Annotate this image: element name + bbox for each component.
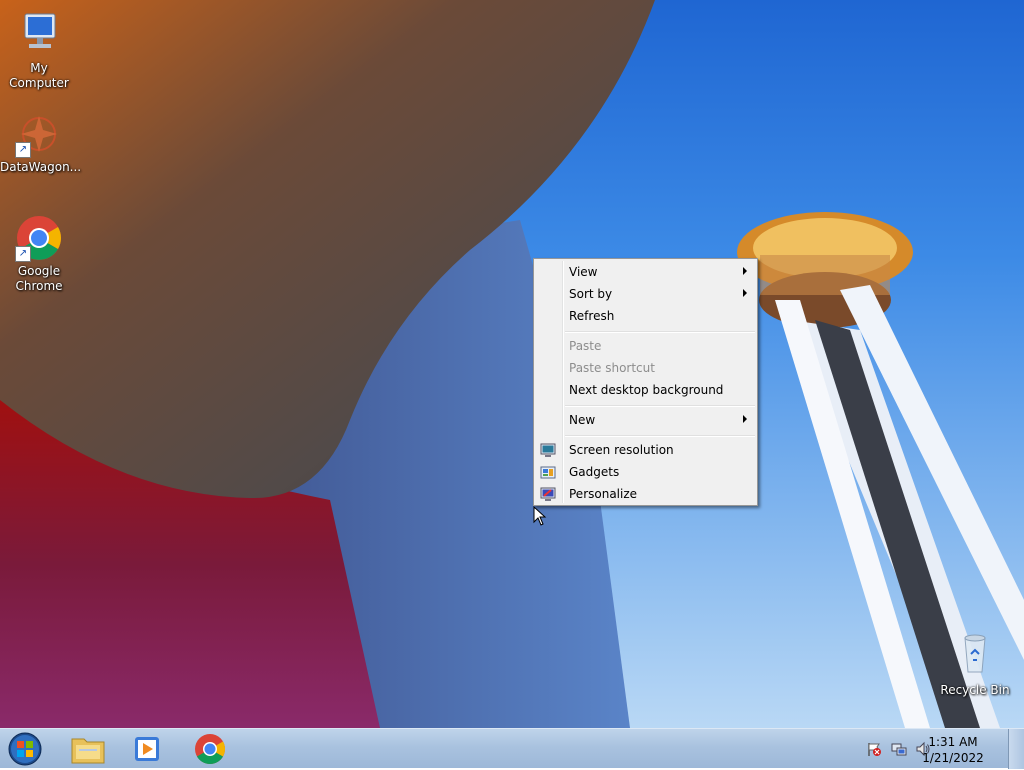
desktop-icon-my-computer[interactable]: My Computer [0, 8, 78, 91]
shortcut-arrow-icon: ↗ [15, 246, 31, 262]
menu-item-personalize[interactable]: Personalize [536, 483, 755, 505]
desktop-icon-label: Google Chrome [15, 264, 63, 293]
menu-item-label: Personalize [569, 487, 638, 501]
menu-item-label: Paste shortcut [569, 361, 655, 375]
menu-item-label: Screen resolution [569, 443, 674, 457]
taskbar-clock[interactable]: 1:31 AM 1/21/2022 [918, 734, 988, 766]
gadgets-icon [540, 466, 556, 479]
network-icon[interactable] [891, 741, 907, 757]
display-icon [540, 443, 556, 457]
menu-item-refresh[interactable]: Refresh [536, 305, 755, 327]
shortcut-arrow-icon: ↗ [15, 142, 31, 158]
action-center-flag-icon[interactable] [866, 741, 882, 757]
recycle-bin-icon [964, 634, 986, 673]
menu-item-label: Next desktop background [569, 383, 724, 397]
desktop-icon-label: DataWagon... [0, 160, 82, 174]
menu-item-screen-resolution[interactable]: Screen resolution [536, 439, 755, 461]
submenu-arrow-icon [743, 289, 747, 297]
taskbar: 1:31 AM 1/21/2022 [0, 728, 1024, 769]
menu-item-view[interactable]: View [536, 261, 755, 283]
menu-item-paste-shortcut: Paste shortcut [536, 357, 755, 379]
menu-separator [565, 405, 755, 407]
menu-separator [565, 331, 755, 333]
chrome-icon [195, 734, 226, 765]
desktop-icon-datawagon[interactable]: ↗ DataWagon... [0, 110, 82, 175]
menu-item-label: Refresh [569, 309, 615, 323]
menu-separator [565, 435, 755, 437]
menu-item-label: Paste [569, 339, 602, 353]
show-desktop-button[interactable] [1008, 729, 1024, 769]
desktop-icon-label: Recycle Bin [940, 683, 1010, 697]
desktop-context-menu: View Sort by Refresh Paste Paste shortcu… [533, 258, 758, 506]
menu-item-label: View [569, 265, 598, 279]
personalize-icon [540, 487, 556, 501]
media-player-icon [135, 737, 159, 761]
start-orb-icon [8, 732, 42, 766]
submenu-arrow-icon [743, 267, 747, 275]
start-button[interactable] [6, 731, 44, 767]
menu-item-next-desktop-background[interactable]: Next desktop background [536, 379, 755, 401]
wallpaper [0, 0, 1024, 728]
menu-item-label: Gadgets [569, 465, 620, 479]
taskbar-chrome[interactable] [184, 731, 236, 767]
taskbar-media-player[interactable] [122, 731, 174, 767]
menu-item-sort-by[interactable]: Sort by [536, 283, 755, 305]
taskbar-file-explorer[interactable] [62, 731, 114, 767]
desktop-icon-google-chrome[interactable]: ↗ Google Chrome [0, 214, 78, 294]
menu-item-new[interactable]: New [536, 409, 755, 431]
desktop-icon-recycle-bin[interactable]: Recycle Bin [936, 630, 1014, 698]
submenu-arrow-icon [743, 415, 747, 423]
desktop[interactable]: My Computer ↗ DataWagon... ↗ Google Chro… [0, 0, 1024, 728]
computer-icon [24, 13, 56, 48]
menu-item-label: Sort by [569, 287, 613, 301]
clock-date: 1/21/2022 [922, 751, 984, 765]
desktop-icon-label: My Computer [9, 61, 69, 90]
menu-item-label: New [569, 413, 596, 427]
menu-item-paste: Paste [536, 335, 755, 357]
menu-item-gadgets[interactable]: Gadgets [536, 461, 755, 483]
file-explorer-icon [71, 738, 105, 764]
mouse-cursor-icon [533, 506, 547, 526]
clock-time: 1:31 AM [928, 735, 978, 749]
